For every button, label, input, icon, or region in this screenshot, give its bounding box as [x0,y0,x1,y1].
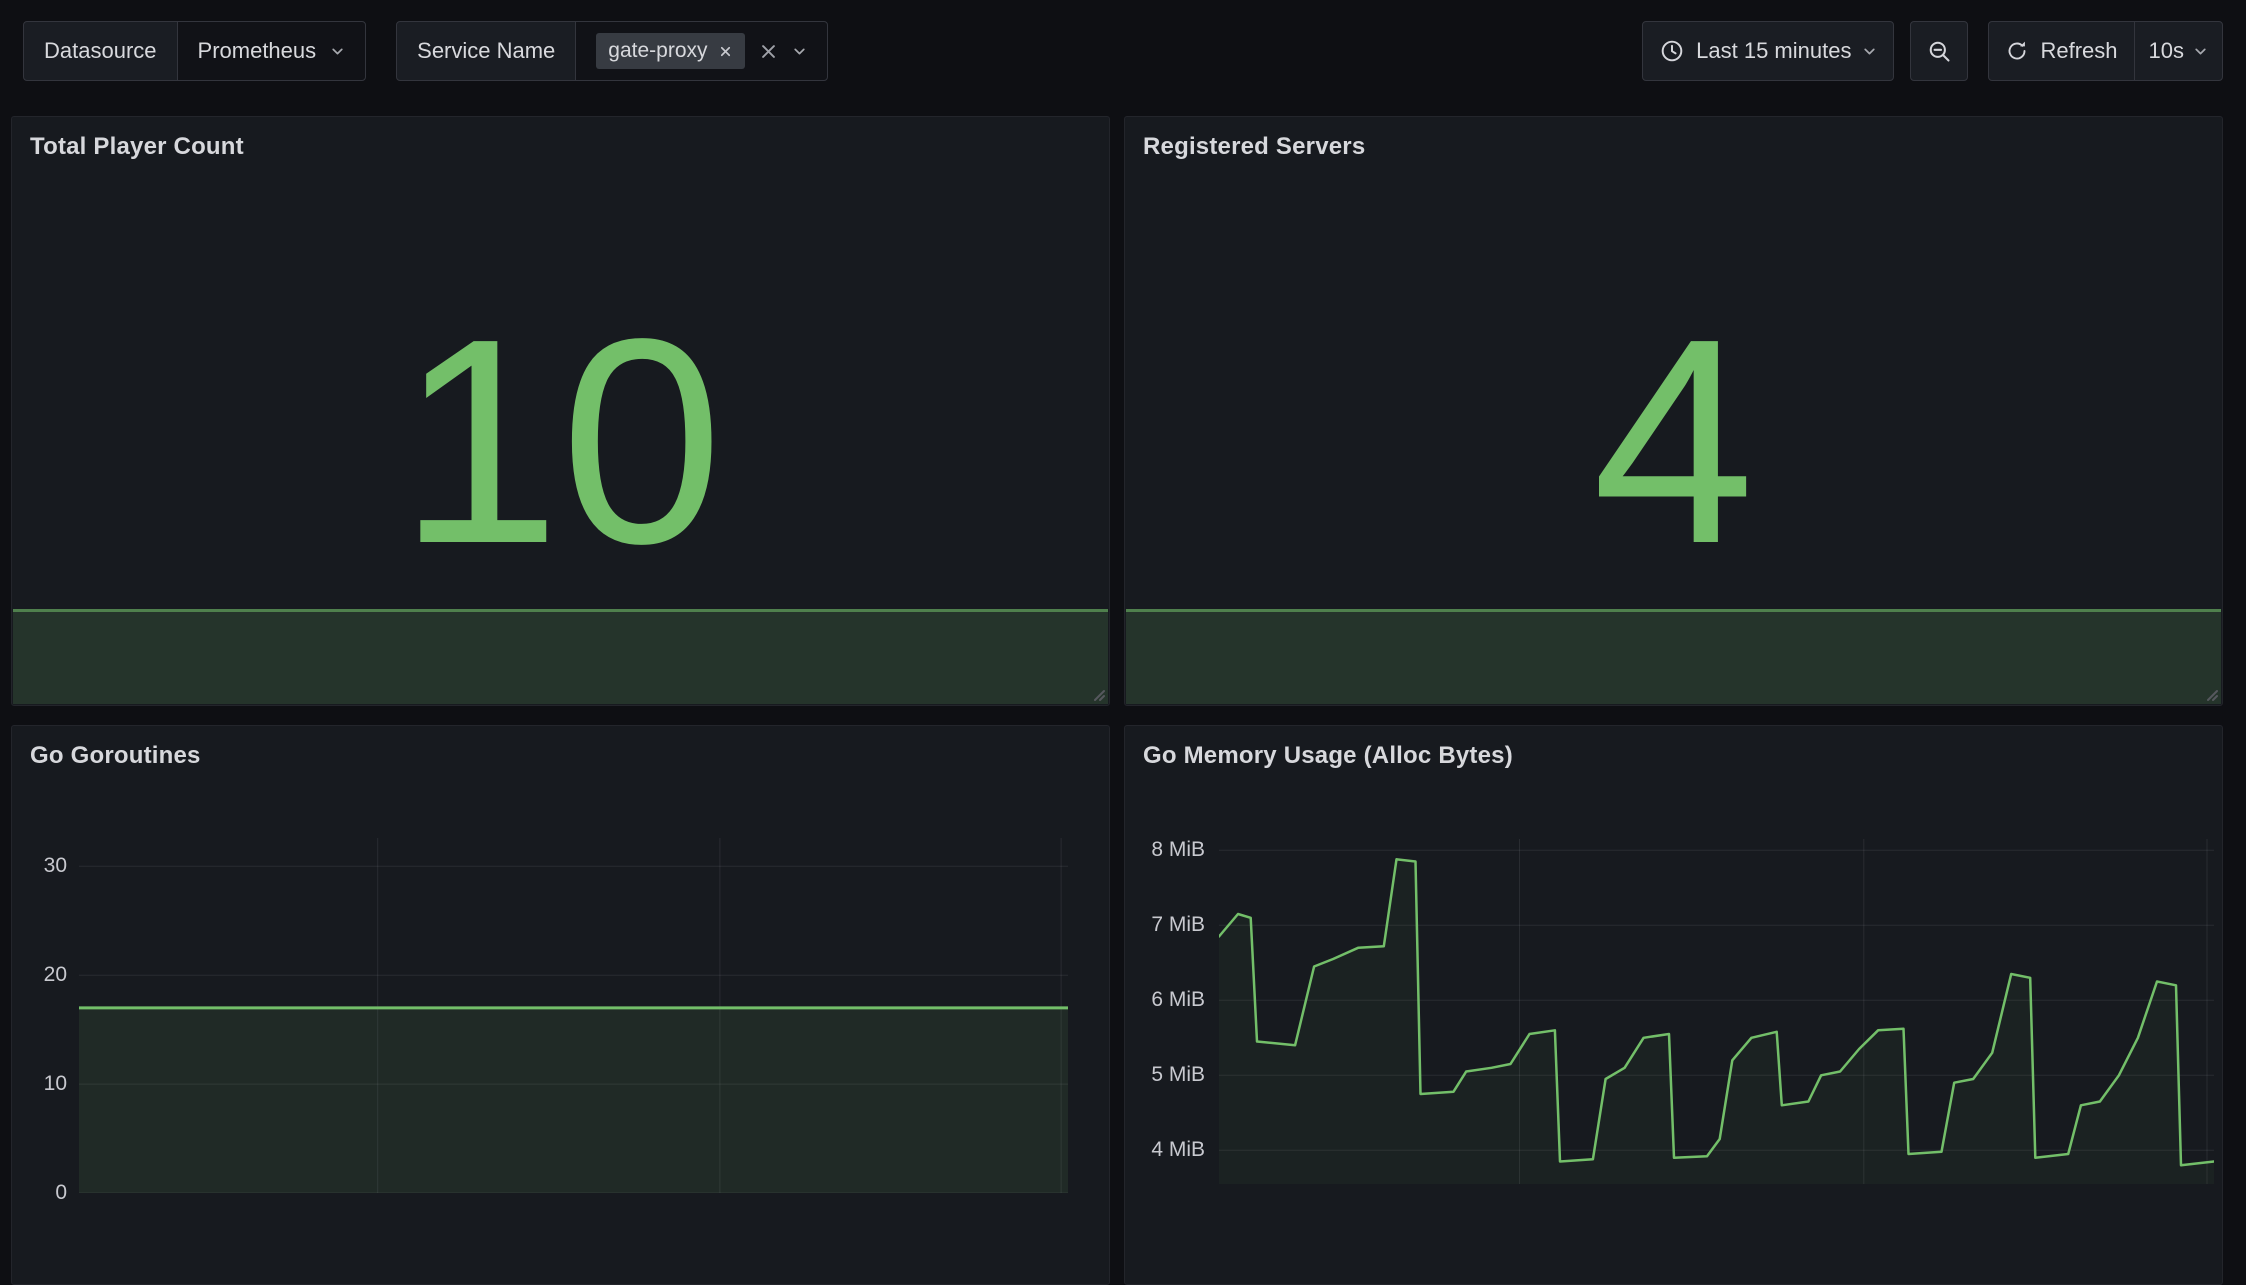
panel-title[interactable]: Go Memory Usage (Alloc Bytes) [1125,726,2222,786]
service-name-tag[interactable]: gate-proxy [596,33,744,69]
panel-go-memory-usage: Go Memory Usage (Alloc Bytes) 4 MiB 5 MiB… [1124,725,2223,1285]
y-axis-tick-label: 20 [44,963,67,987]
service-name-variable: Service Name gate-proxy [396,21,827,81]
datasource-label: Datasource [23,21,178,81]
y-axis-tick-label: 0 [55,1181,67,1205]
y-axis-tick-label: 10 [44,1072,67,1096]
clock-icon [1659,38,1685,64]
datasource-variable: Datasource Prometheus [23,21,366,81]
time-controls: Last 15 minutes [1642,21,1968,81]
refresh-label: Refresh [2040,38,2117,64]
panel-title[interactable]: Registered Servers [1125,117,2222,177]
time-range-picker[interactable]: Last 15 minutes [1642,21,1894,81]
y-axis-tick-label: 4 MiB [1151,1138,1205,1162]
panel-go-goroutines: Go Goroutines 0 10 20 30 [11,725,1110,1285]
goroutines-chart-plot[interactable] [79,838,1068,1193]
chevron-down-icon [1862,44,1877,59]
chevron-down-icon [330,44,345,59]
toolbar-actions: Last 15 minutes Refresh 10s [1642,21,2223,81]
y-axis-tick-label: 7 MiB [1151,913,1205,937]
stat-value: 10 [12,277,1109,605]
stat-sparkline [13,609,1108,704]
refresh-controls: Refresh 10s [1988,21,2223,81]
datasource-picker[interactable]: Prometheus [177,21,367,81]
zoom-out-button[interactable] [1910,21,1968,81]
y-axis-tick-label: 30 [44,854,67,878]
stat-sparkline [1126,609,2221,704]
y-axis-tick-label: 8 MiB [1151,838,1205,862]
y-axis-tick-label: 6 MiB [1151,988,1205,1012]
service-name-label: Service Name [396,21,576,81]
stat-value: 4 [1125,277,2222,605]
y-axis: 4 MiB 5 MiB 6 MiB 7 MiB 8 MiB [1125,726,1205,1284]
refresh-interval-dropdown[interactable]: 10s [2134,22,2222,80]
chevron-down-icon [792,44,807,59]
panel-title[interactable]: Total Player Count [12,117,1109,177]
y-axis: 0 10 20 30 [12,726,67,1284]
refresh-icon [2005,39,2029,63]
datasource-value: Prometheus [198,38,317,64]
dashboard-toolbar: Datasource Prometheus Service Name gate-… [0,0,2246,81]
panel-total-player-count: Total Player Count 10 [11,116,1110,706]
memory-chart-plot[interactable] [1219,839,2214,1184]
refresh-interval-value: 10s [2149,38,2184,64]
panel-registered-servers: Registered Servers 4 [1124,116,2223,706]
service-name-picker[interactable]: gate-proxy [575,21,827,81]
panel-title[interactable]: Go Goroutines [12,726,1109,786]
chevron-down-icon [2193,44,2208,59]
zoom-out-icon [1926,38,1953,65]
time-range-label: Last 15 minutes [1696,38,1851,64]
template-variables: Datasource Prometheus Service Name gate-… [23,21,828,81]
refresh-button[interactable]: Refresh [1989,22,2133,80]
y-axis-tick-label: 5 MiB [1151,1063,1205,1087]
panel-resize-handle[interactable] [2202,685,2218,701]
service-name-tag-text: gate-proxy [608,39,707,63]
panel-resize-handle[interactable] [1089,685,1105,701]
remove-tag-icon[interactable] [718,44,733,59]
clear-selection-icon[interactable] [759,42,778,61]
